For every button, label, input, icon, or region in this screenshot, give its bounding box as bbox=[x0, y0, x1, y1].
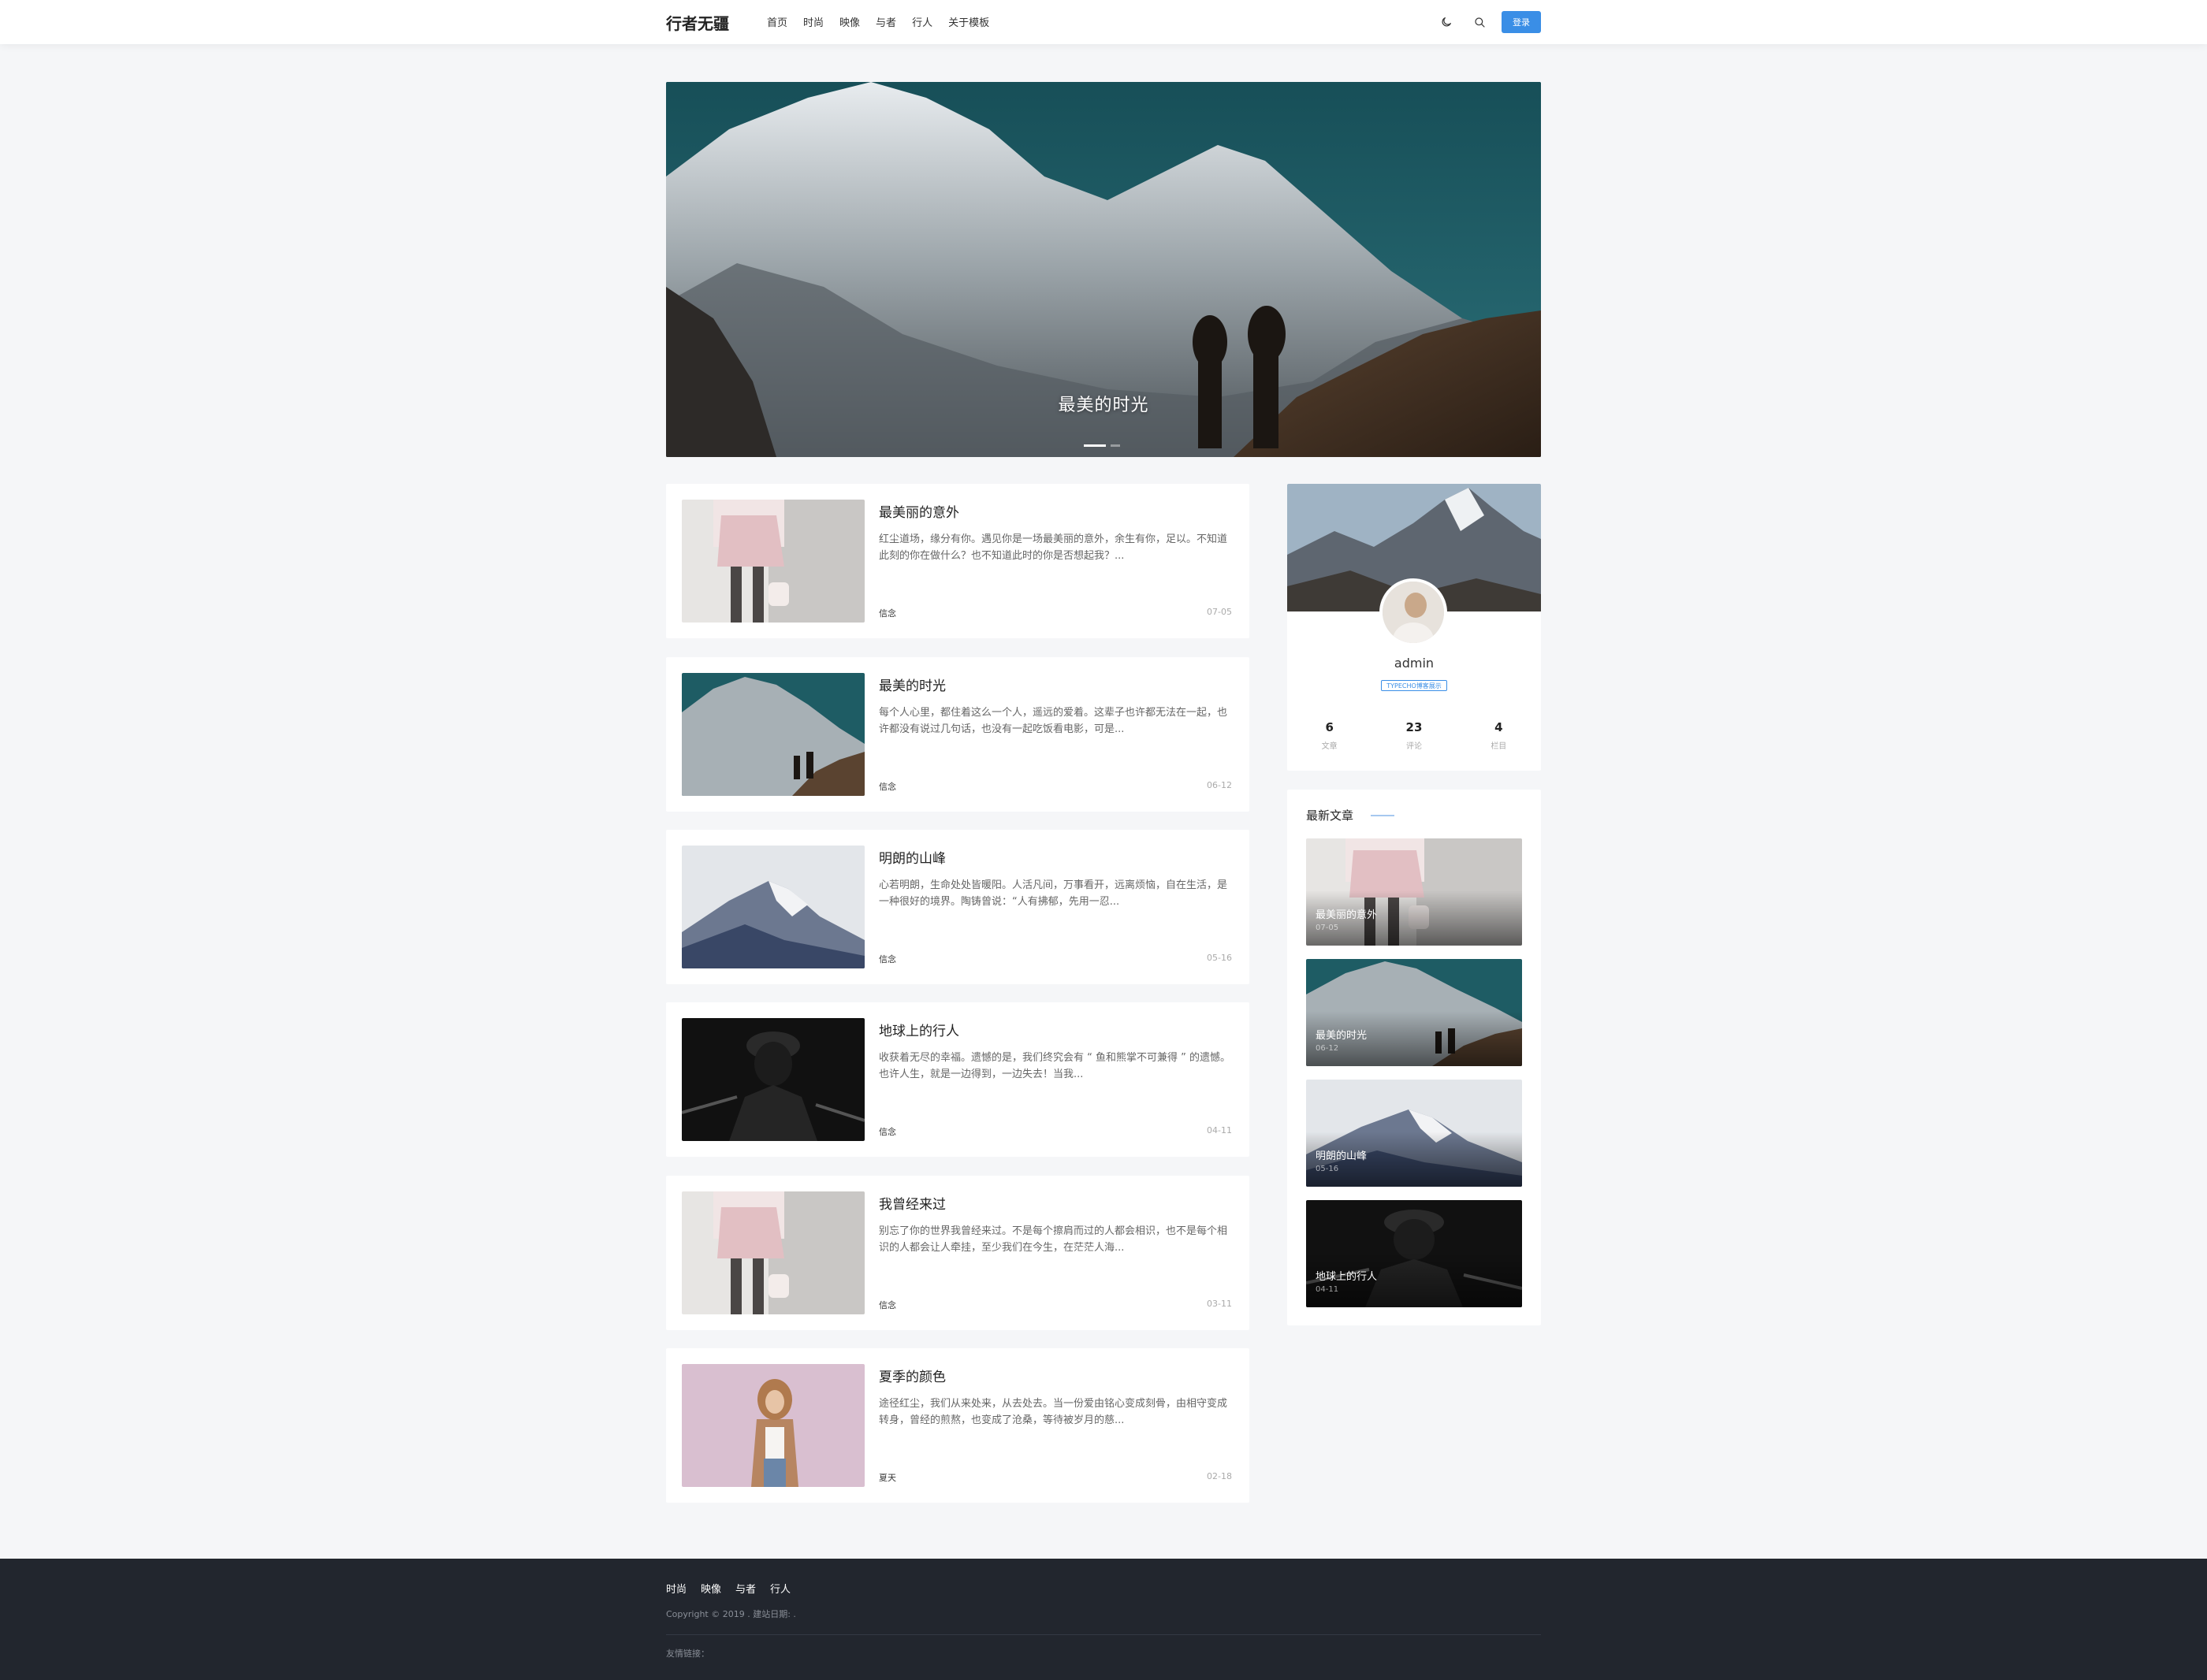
post-thumbnail[interactable] bbox=[682, 1018, 865, 1141]
post-category[interactable]: 信念 bbox=[879, 953, 896, 965]
friend-links-label: 友情链接： bbox=[666, 1648, 709, 1659]
latest-post-date: 06-12 bbox=[1316, 1044, 1339, 1053]
post-category[interactable]: 信念 bbox=[879, 607, 896, 619]
profile-badge: TYPECHO博客展示 bbox=[1381, 680, 1447, 691]
post-card[interactable]: 我曾经来过 别忘了你的世界我曾经来过。不是每个擦肩而过的人都会相识，也不是每个相… bbox=[666, 1176, 1249, 1330]
stat-label: 评论 bbox=[1405, 742, 1422, 751]
post-excerpt: 每个人心里，都住着这么一个人，遥远的爱着。这辈子也许都无法在一起，也许都没有说过… bbox=[879, 707, 1228, 735]
profile-card: admin TYPECHO博客展示 6 文章 23 评论 4 栏目 bbox=[1287, 484, 1541, 771]
latest-post-title[interactable]: 最美丽的意外 bbox=[1316, 906, 1377, 921]
post-card[interactable]: 地球上的行人 收获着无尽的幸福。遗憾的是，我们终究会有 “ 鱼和熊掌不可兼得 ”… bbox=[666, 1002, 1249, 1157]
profile-stats: 6 文章 23 评论 4 栏目 bbox=[1287, 720, 1541, 751]
post-category[interactable]: 信念 bbox=[879, 1125, 896, 1138]
post-excerpt: 心若明朗，生命处处皆暖阳。人活凡间，万事看开，远离烦恼，自在生活，是一种很好的境… bbox=[879, 879, 1228, 908]
copyright: Copyright © 2019 . 建站日期: . bbox=[666, 1609, 796, 1619]
nav-about-template[interactable]: 关于模板 bbox=[948, 14, 989, 29]
stat-number: 6 bbox=[1325, 720, 1334, 734]
post-thumbnail[interactable] bbox=[682, 1364, 865, 1487]
stat-articles: 6 文章 bbox=[1287, 720, 1371, 751]
footer-nav-walker[interactable]: 行人 bbox=[770, 1581, 791, 1596]
post-excerpt: 收获着无尽的幸福。遗憾的是，我们终究会有 “ 鱼和熊掌不可兼得 ” 的遗憾。也许… bbox=[879, 1052, 1230, 1080]
nav-yuzhe[interactable]: 与者 bbox=[876, 14, 896, 29]
post-thumbnail[interactable] bbox=[682, 1191, 865, 1314]
post-card[interactable]: 最美丽的意外 红尘道场，缘分有你。遇见你是一场最美丽的意外，余生有你，足以。不知… bbox=[666, 484, 1249, 638]
latest-post-item[interactable]: 最美的时光 06-12 bbox=[1306, 959, 1522, 1066]
carousel-indicators bbox=[1084, 444, 1120, 447]
hero-title[interactable]: 最美的时光 bbox=[666, 391, 1541, 416]
footer-nav-image[interactable]: 映像 bbox=[701, 1581, 721, 1596]
footer-nav-fashion[interactable]: 时尚 bbox=[666, 1581, 687, 1596]
post-date: 03-11 bbox=[1207, 1299, 1232, 1309]
stat-comments: 23 评论 bbox=[1371, 720, 1456, 751]
nav-image[interactable]: 映像 bbox=[839, 14, 860, 29]
latest-post-date: 07-05 bbox=[1316, 924, 1339, 932]
post-title[interactable]: 最美的时光 bbox=[879, 675, 946, 694]
latest-posts-widget: 最新文章 最美丽的意外 07-05 最美的时光 06-12 明朗的山峰 05-1… bbox=[1287, 790, 1541, 1325]
latest-post-title[interactable]: 最美的时光 bbox=[1316, 1027, 1367, 1042]
post-excerpt: 途径红尘，我们从来处来，从去处去。当一份爱由铭心变成刻骨，由相守变成转身，曾经的… bbox=[879, 1398, 1228, 1426]
latest-post-item[interactable]: 地球上的行人 04-11 bbox=[1306, 1200, 1522, 1307]
site-header: 行者无疆 首页 时尚 映像 与者 行人 关于模板 登录 bbox=[0, 0, 2207, 44]
post-title[interactable]: 明朗的山峰 bbox=[879, 847, 946, 867]
post-title[interactable]: 夏季的颜色 bbox=[879, 1366, 946, 1385]
post-excerpt: 别忘了你的世界我曾经来过。不是每个擦肩而过的人都会相识，也不是每个相识的人都会让… bbox=[879, 1225, 1228, 1254]
post-date: 05-16 bbox=[1207, 953, 1232, 963]
moon-icon[interactable] bbox=[1435, 11, 1457, 33]
latest-post-item[interactable]: 明朗的山峰 05-16 bbox=[1306, 1080, 1522, 1187]
stat-columns: 4 栏目 bbox=[1457, 720, 1541, 751]
site-footer: 时尚 映像 与者 行人 Copyright © 2019 . 建站日期: . 友… bbox=[0, 1559, 2207, 1680]
profile-name: admin bbox=[1394, 656, 1435, 671]
hero-carousel[interactable]: 最美的时光 bbox=[666, 82, 1541, 457]
footer-divider bbox=[666, 1634, 1541, 1635]
carousel-dot[interactable] bbox=[1111, 444, 1120, 447]
stat-number: 4 bbox=[1494, 720, 1503, 734]
latest-post-title[interactable]: 明朗的山峰 bbox=[1316, 1147, 1367, 1162]
post-card[interactable]: 明朗的山峰 心若明朗，生命处处皆暖阳。人活凡间，万事看开，远离烦恼，自在生活，是… bbox=[666, 830, 1249, 984]
stat-label: 文章 bbox=[1321, 742, 1338, 751]
post-date: 07-05 bbox=[1207, 607, 1232, 617]
post-date: 04-11 bbox=[1207, 1125, 1232, 1135]
post-title[interactable]: 地球上的行人 bbox=[879, 1020, 959, 1039]
post-card[interactable]: 夏季的颜色 途径红尘，我们从来处来，从去处去。当一份爱由铭心变成刻骨，由相守变成… bbox=[666, 1348, 1249, 1503]
post-category[interactable]: 信念 bbox=[879, 1299, 896, 1311]
nav-home[interactable]: 首页 bbox=[767, 14, 787, 29]
post-excerpt: 红尘道场，缘分有你。遇见你是一场最美丽的意外，余生有你，足以。不知道此刻的你在做… bbox=[879, 533, 1228, 562]
post-thumbnail[interactable] bbox=[682, 500, 865, 623]
post-category[interactable]: 信念 bbox=[879, 780, 896, 793]
nav-fashion[interactable]: 时尚 bbox=[803, 14, 824, 29]
stat-label: 栏目 bbox=[1491, 742, 1507, 751]
heading-accent-line bbox=[1371, 815, 1394, 816]
latest-posts-heading: 最新文章 bbox=[1306, 808, 1354, 823]
avatar[interactable] bbox=[1379, 578, 1447, 646]
latest-post-date: 04-11 bbox=[1316, 1285, 1339, 1294]
post-date: 06-12 bbox=[1207, 780, 1232, 790]
carousel-dot-active[interactable] bbox=[1084, 444, 1106, 447]
latest-post-date: 05-16 bbox=[1316, 1165, 1339, 1173]
post-card[interactable]: 最美的时光 每个人心里，都住着这么一个人，遥远的爱着。这辈子也许都无法在一起，也… bbox=[666, 657, 1249, 812]
site-logo[interactable]: 行者无疆 bbox=[666, 11, 729, 34]
login-button[interactable]: 登录 bbox=[1502, 11, 1541, 33]
post-date: 02-18 bbox=[1207, 1471, 1232, 1481]
stat-number: 23 bbox=[1405, 720, 1423, 734]
post-title[interactable]: 最美丽的意外 bbox=[879, 501, 959, 521]
latest-post-title[interactable]: 地球上的行人 bbox=[1316, 1268, 1377, 1283]
post-thumbnail[interactable] bbox=[682, 846, 865, 968]
footer-nav-yuzhe[interactable]: 与者 bbox=[735, 1581, 756, 1596]
nav-walker[interactable]: 行人 bbox=[912, 14, 932, 29]
footer-nav: 时尚 映像 与者 行人 bbox=[666, 1581, 805, 1596]
search-icon[interactable] bbox=[1468, 11, 1491, 33]
post-title[interactable]: 我曾经来过 bbox=[879, 1193, 946, 1213]
main-nav: 首页 时尚 映像 与者 行人 关于模板 bbox=[767, 14, 1005, 29]
post-category[interactable]: 夏天 bbox=[879, 1471, 896, 1484]
latest-post-item[interactable]: 最美丽的意外 07-05 bbox=[1306, 838, 1522, 946]
post-thumbnail[interactable] bbox=[682, 673, 865, 796]
